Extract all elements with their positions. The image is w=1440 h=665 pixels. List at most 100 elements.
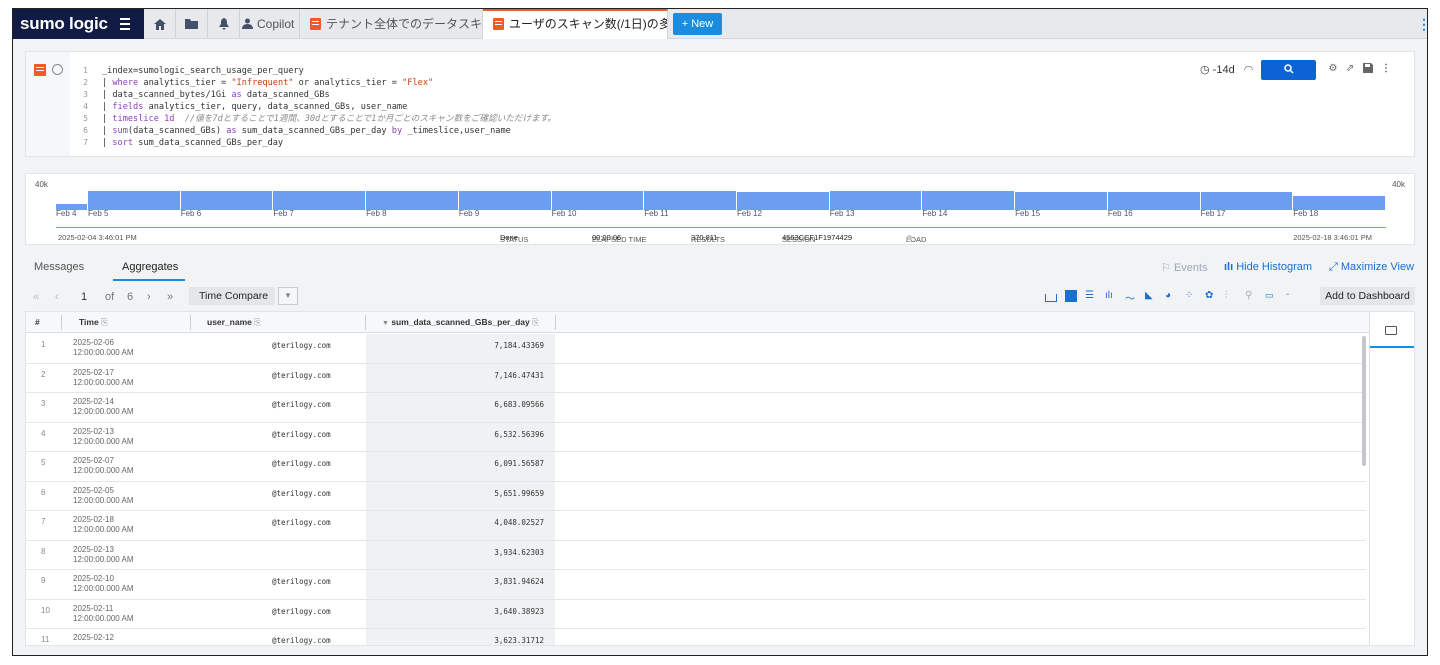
prev-page-icon[interactable]: ‹ bbox=[55, 291, 59, 303]
time-cell: 2025-02-17 12:00:00.000 AM bbox=[73, 368, 134, 388]
query-line: | timeslice 1d //値を7dとすることで1週間、30dとすることで… bbox=[102, 114, 556, 124]
time-compare-button[interactable]: Time Compare bbox=[189, 287, 275, 305]
more-options-icon[interactable]: ⋮ bbox=[1417, 14, 1427, 34]
brand-name: sumo logic bbox=[20, 14, 108, 33]
time-date: 2025-02-14 bbox=[73, 397, 114, 406]
map-pin-icon[interactable]: ⚲ bbox=[1245, 290, 1257, 302]
table-row[interactable]: 9 2025-02-10 12:00:00.000 AM @terilogy.com 3… bbox=[26, 570, 1366, 600]
histogram-x-label: Feb 4 bbox=[56, 209, 77, 218]
y-axis-max-label-right: 40k bbox=[1392, 180, 1405, 189]
bubble-chart-icon[interactable]: ✿ bbox=[1205, 290, 1217, 302]
vertical-scrollbar[interactable] bbox=[1362, 336, 1366, 466]
table-row[interactable]: 3 2025-02-14 12:00:00.000 AM @terilogy.com 6… bbox=[26, 393, 1366, 423]
box-plot-icon[interactable]: ⫶ bbox=[1225, 290, 1237, 302]
time-clock: 12:00:00.000 AM bbox=[73, 613, 134, 623]
row-number: 3 bbox=[41, 399, 46, 408]
histogram-bar[interactable] bbox=[829, 191, 923, 210]
sum-cell: 3,831.94624 bbox=[494, 577, 544, 586]
share-icon[interactable]: ⇗ bbox=[1344, 63, 1356, 75]
pie-chart-icon[interactable]: ◕ bbox=[1165, 290, 1177, 302]
next-page-icon[interactable]: › bbox=[147, 291, 151, 303]
add-to-dashboard-button[interactable]: Add to Dashboard bbox=[1320, 287, 1415, 305]
bar-chart-horizontal-icon[interactable]: ☰ bbox=[1085, 290, 1097, 302]
export-icon[interactable] bbox=[1045, 294, 1057, 302]
hide-histogram-button[interactable]: ılı Hide Histogram bbox=[1224, 261, 1312, 273]
search-icon bbox=[1283, 64, 1294, 74]
table-row[interactable]: 4 2025-02-13 12:00:00.000 AM @terilogy.com 6… bbox=[26, 423, 1366, 452]
new-tab-button[interactable]: + New bbox=[673, 13, 722, 35]
table-view-icon[interactable] bbox=[1065, 290, 1077, 302]
table-row[interactable]: 10 2025-02-11 12:00:00.000 AM @terilogy.com… bbox=[26, 600, 1366, 629]
user-cell: @terilogy.com bbox=[272, 577, 331, 586]
histogram-bar[interactable] bbox=[366, 191, 459, 210]
tab-tenant-scan[interactable]: テナント全体でのデータスキ... bbox=[300, 9, 483, 39]
tab-aggregates[interactable]: Aggregates bbox=[122, 261, 178, 273]
maximize-view-button[interactable]: ⤢ Maximize View bbox=[1329, 261, 1414, 274]
histogram-bars[interactable] bbox=[56, 190, 1386, 210]
hamburger-menu-icon[interactable] bbox=[120, 18, 130, 30]
histogram-bar[interactable] bbox=[1200, 191, 1294, 210]
tab-user-scan-active[interactable]: ユーザのスキャン数(/1日)の多... bbox=[483, 9, 668, 39]
area-chart-icon[interactable]: ◣ bbox=[1145, 290, 1157, 302]
brand-logo[interactable]: sumo logic bbox=[13, 9, 144, 39]
home-icon[interactable] bbox=[144, 9, 176, 39]
histogram-bar[interactable] bbox=[922, 191, 1016, 210]
histogram-x-label: Feb 5 bbox=[88, 209, 109, 218]
time-date: 2025-02-18 bbox=[73, 515, 114, 524]
monitor-icon[interactable] bbox=[1385, 326, 1397, 335]
search-button[interactable] bbox=[1261, 60, 1316, 80]
histogram-bar[interactable] bbox=[1015, 192, 1108, 210]
histogram-bar[interactable] bbox=[737, 191, 830, 210]
results-tabs: Messages Aggregates ⚐ Events ılı Hide Hi… bbox=[25, 253, 1415, 283]
scatter-chart-icon[interactable]: ⁘ bbox=[1185, 290, 1197, 302]
page-of-label: of bbox=[105, 291, 115, 303]
events-toggle[interactable]: ⚐ Events bbox=[1161, 261, 1208, 274]
col-header-time[interactable]: Time ⎘ bbox=[79, 317, 108, 328]
histogram-bar[interactable] bbox=[273, 191, 367, 210]
histogram-bar[interactable] bbox=[88, 191, 181, 210]
query-code[interactable]: _index=sumologic_search_usage_per_query |… bbox=[102, 65, 556, 149]
column-chart-icon[interactable]: ılı bbox=[1105, 290, 1117, 302]
speedometer-icon[interactable]: ◠ bbox=[1244, 64, 1254, 76]
table-row[interactable]: 5 2025-02-07 12:00:00.000 AM @terilogy.com 6… bbox=[26, 452, 1366, 482]
tab-copilot[interactable]: Copilot bbox=[232, 9, 300, 39]
line-chart-icon[interactable]: 〜 bbox=[1125, 290, 1137, 305]
last-page-icon[interactable]: » bbox=[167, 291, 173, 303]
histogram-bar[interactable] bbox=[1293, 196, 1386, 210]
table-row[interactable]: 7 2025-02-18 12:00:00.000 AM @terilogy.com 4… bbox=[26, 511, 1366, 541]
current-page[interactable]: 1 bbox=[81, 291, 87, 303]
more-options-icon[interactable]: ⋮ bbox=[1380, 63, 1392, 75]
folder-icon[interactable] bbox=[176, 9, 208, 39]
history-icon[interactable] bbox=[52, 64, 63, 75]
copy-icon[interactable]: ⎘ bbox=[254, 317, 261, 327]
histogram-bar[interactable] bbox=[644, 191, 737, 210]
bar-chart-icon: ılı bbox=[1224, 261, 1234, 273]
histogram-bar[interactable] bbox=[458, 191, 552, 210]
first-page-icon[interactable]: « bbox=[33, 291, 39, 303]
time-range-picker[interactable]: ◷ -14d ◠ bbox=[1200, 63, 1253, 76]
copy-icon[interactable]: ⎘ bbox=[101, 317, 108, 327]
histogram-bar[interactable] bbox=[551, 191, 645, 210]
table-row[interactable]: 8 2025-02-13 12:00:00.000 AM 3,934.62303 bbox=[26, 541, 1366, 570]
col-header-sum[interactable]: ▼ sum_data_scanned_GBs_per_day ⎘ bbox=[382, 317, 539, 328]
sort-desc-icon[interactable]: ▼ bbox=[382, 320, 389, 327]
time-date: 2025-02-10 bbox=[73, 574, 114, 583]
histogram-bar[interactable] bbox=[1107, 192, 1201, 210]
save-icon[interactable] bbox=[1362, 63, 1374, 75]
settings-gear-icon[interactable]: ⚙ bbox=[1327, 63, 1339, 75]
histogram-bar[interactable] bbox=[180, 191, 274, 210]
table-row[interactable]: 11 2025-02-12 @terilogy.com 3,623.31712 bbox=[26, 629, 1366, 645]
honeycomb-icon[interactable]: ⁃ bbox=[1285, 290, 1297, 302]
table-row[interactable]: 1 2025-02-06 12:00:00.000 AM @terilogy.com 7… bbox=[26, 334, 1366, 364]
single-value-icon[interactable]: ▭ bbox=[1265, 290, 1277, 302]
table-row[interactable]: 6 2025-02-05 12:00:00.000 AM @terilogy.com 5… bbox=[26, 482, 1366, 511]
time-cell: 2025-02-14 12:00:00.000 AM bbox=[73, 397, 134, 417]
chevron-down-icon[interactable]: ▼ bbox=[278, 287, 298, 305]
tab-messages[interactable]: Messages bbox=[34, 261, 84, 273]
line-number: 2 bbox=[83, 78, 88, 87]
side-panel bbox=[1369, 312, 1414, 645]
table-row[interactable]: 2 2025-02-17 12:00:00.000 AM @terilogy.com 7… bbox=[26, 364, 1366, 393]
col-header-user[interactable]: user_name ⎘ bbox=[207, 317, 261, 328]
col-divider bbox=[365, 315, 366, 330]
copy-icon[interactable]: ⎘ bbox=[532, 317, 539, 327]
